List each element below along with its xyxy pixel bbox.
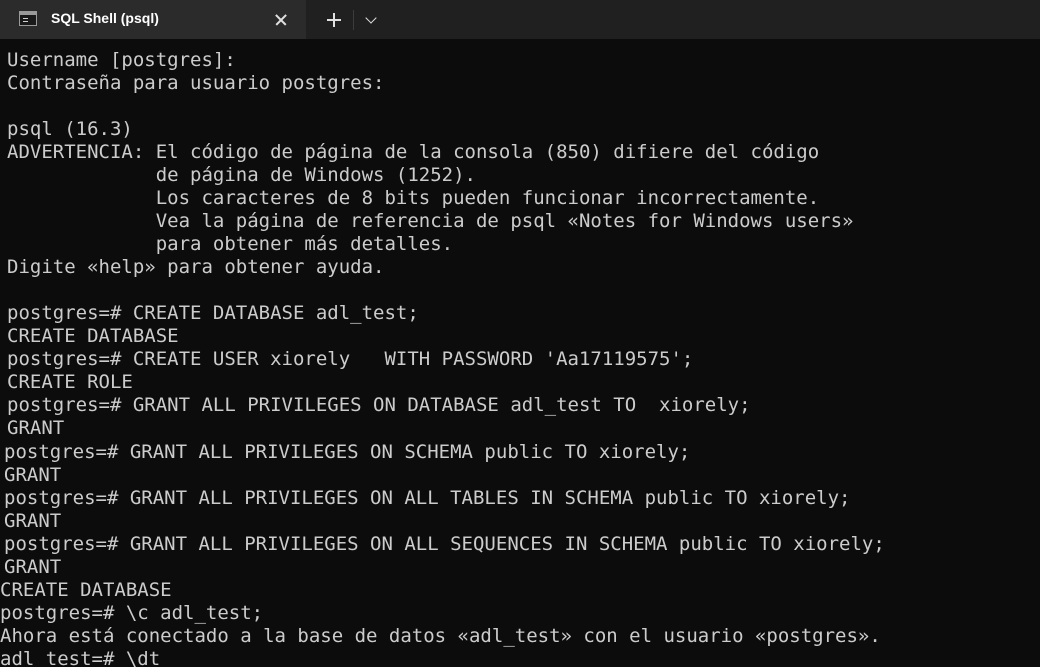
tab-title: SQL Shell (psql): [51, 10, 159, 26]
title-bar: SQL Shell (psql): [0, 0, 1040, 39]
terminal-line: ADVERTENCIA: El código de página de la c…: [7, 141, 820, 163]
terminal-line: postgres=# CREATE DATABASE adl_test;: [7, 302, 419, 324]
terminal-line: postgres=# GRANT ALL PRIVILEGES ON ALL S…: [4, 533, 885, 555]
terminal-line: Vea la página de referencia de psql «Not…: [7, 210, 854, 232]
terminal-line: Ahora está conectado a la base de datos …: [0, 625, 881, 647]
terminal-line: postgres=# GRANT ALL PRIVILEGES ON SCHEM…: [4, 441, 691, 463]
terminal-line: GRANT: [4, 556, 62, 578]
terminal-line: CREATE ROLE: [7, 371, 133, 393]
terminal-tab[interactable]: SQL Shell (psql): [0, 0, 306, 39]
terminal-line: postgres=# \c adl_test;: [0, 602, 264, 624]
terminal-line: GRANT: [7, 417, 65, 439]
terminal-line: Contraseña para usuario postgres:: [7, 72, 385, 94]
terminal-line: Username [postgres]:: [7, 49, 236, 71]
terminal-line: CREATE DATABASE: [0, 579, 172, 601]
chevron-down-icon[interactable]: [361, 9, 383, 31]
terminal-line: para obtener más detalles.: [7, 233, 454, 255]
terminal-line: GRANT: [4, 510, 62, 532]
terminal-line: de página de Windows (1252).: [7, 164, 476, 186]
terminal-icon: [19, 11, 37, 26]
terminal-line: psql (16.3): [7, 118, 133, 140]
terminal-line: CREATE DATABASE: [7, 325, 179, 347]
terminal-line: postgres=# GRANT ALL PRIVILEGES ON DATAB…: [7, 394, 751, 416]
new-tab-icon[interactable]: [322, 8, 346, 32]
terminal-line: Los caracteres de 8 bits pueden funciona…: [7, 187, 820, 209]
terminal-line: GRANT: [4, 464, 62, 486]
terminal-prompt-line: adl_test=# \dt: [0, 648, 161, 667]
titlebar-divider: [353, 10, 354, 30]
close-icon[interactable]: [270, 9, 292, 31]
terminal-line: Digite «help» para obtener ayuda.: [7, 256, 385, 278]
terminal-line: postgres=# GRANT ALL PRIVILEGES ON ALL T…: [4, 487, 851, 509]
terminal-output[interactable]: Username [postgres]: Contraseña para usu…: [0, 39, 1040, 667]
terminal-line: postgres=# CREATE USER xiorely WITH PASS…: [7, 348, 694, 370]
